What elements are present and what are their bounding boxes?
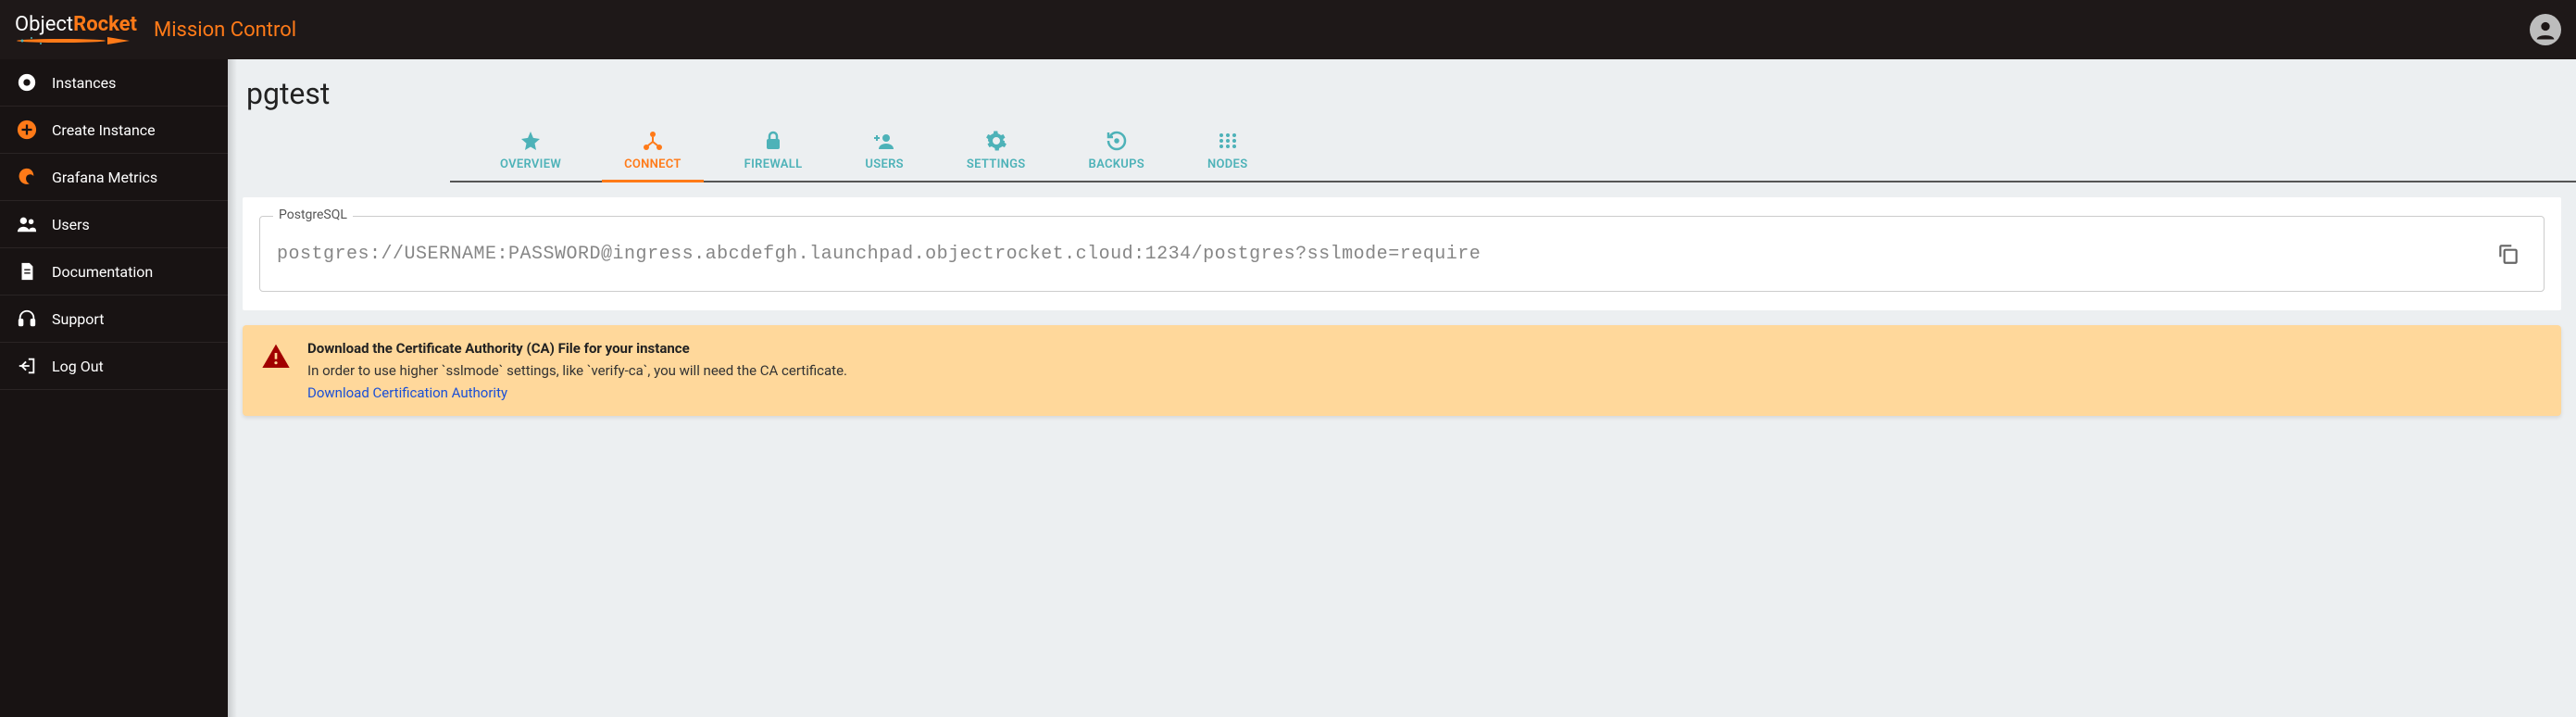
tab-firewall[interactable]: FIREWALL [713, 122, 834, 181]
page-title: pgtest [228, 59, 2576, 122]
sidebar-item-label: Instances [52, 74, 116, 92]
star-icon [519, 130, 542, 152]
brand-title: Mission Control [154, 19, 296, 42]
instances-icon [17, 72, 37, 93]
copy-icon [2496, 242, 2520, 266]
alert-title: Download the Certificate Authority (CA) … [307, 340, 847, 357]
connect-icon [642, 130, 664, 152]
tab-label: NODES [1207, 157, 1247, 171]
shadow-overlay [228, 59, 237, 717]
warning-icon [261, 342, 291, 371]
topbar: ObjectRocket Mission Control [0, 0, 2576, 59]
connection-fieldset: PostgreSQL postgres://USERNAME:PASSWORD@… [259, 216, 2545, 292]
tab-label: FIREWALL [744, 157, 803, 171]
document-icon [17, 261, 37, 282]
alert-text: In order to use higher `sslmode` setting… [307, 362, 847, 379]
grafana-icon [17, 167, 37, 187]
sidebar-item-label: Support [52, 310, 104, 328]
alert-body: Download the Certificate Authority (CA) … [307, 340, 847, 401]
user-icon [2532, 17, 2558, 43]
connection-string: postgres://USERNAME:PASSWORD@ingress.abc… [277, 244, 1481, 265]
lock-icon [762, 130, 784, 152]
copy-button[interactable] [2490, 235, 2527, 272]
connect-panel: PostgreSQL postgres://USERNAME:PASSWORD@… [243, 197, 2561, 310]
tabs: OVERVIEW CONNECT FIREWALL USERS [450, 122, 2576, 182]
plus-circle-icon [17, 120, 37, 140]
users-icon [17, 214, 37, 234]
tab-label: CONNECT [624, 157, 682, 171]
tab-label: OVERVIEW [500, 157, 561, 171]
sidebar: Instances Create Instance Grafana Metric… [0, 59, 228, 717]
nodes-icon [1217, 130, 1239, 152]
tab-backups[interactable]: BACKUPS [1057, 122, 1176, 181]
tab-connect[interactable]: CONNECT [593, 122, 713, 181]
sidebar-item-log-out[interactable]: Log Out [0, 343, 228, 390]
gear-icon [985, 130, 1007, 152]
topbar-left: ObjectRocket Mission Control [15, 13, 296, 47]
sidebar-item-support[interactable]: Support [0, 296, 228, 343]
headset-icon [17, 308, 37, 329]
tab-label: SETTINGS [967, 157, 1026, 171]
sidebar-item-label: Create Instance [52, 121, 156, 139]
sidebar-item-label: Documentation [52, 263, 153, 281]
tab-overview[interactable]: OVERVIEW [469, 122, 593, 181]
sidebar-item-create-instance[interactable]: Create Instance [0, 107, 228, 154]
tab-nodes[interactable]: NODES [1176, 122, 1279, 181]
logout-icon [17, 356, 37, 376]
download-ca-link[interactable]: Download Certification Authority [307, 384, 847, 401]
tab-label: BACKUPS [1089, 157, 1144, 171]
logo-rocket-icon [15, 34, 133, 47]
sidebar-item-label: Log Out [52, 358, 104, 375]
logo-text: ObjectRocket [15, 13, 137, 36]
tab-label: USERS [865, 157, 904, 171]
sidebar-item-documentation[interactable]: Documentation [0, 248, 228, 296]
tab-users[interactable]: USERS [833, 122, 935, 181]
main-content: pgtest OVERVIEW CONNECT FIREWALL [228, 59, 2576, 717]
connection-legend: PostgreSQL [273, 208, 353, 222]
user-plus-icon [873, 130, 895, 152]
user-avatar-button[interactable] [2530, 14, 2561, 45]
restore-icon [1106, 130, 1128, 152]
sidebar-item-label: Grafana Metrics [52, 169, 157, 186]
ca-alert: Download the Certificate Authority (CA) … [243, 325, 2561, 416]
sidebar-item-instances[interactable]: Instances [0, 59, 228, 107]
tab-settings[interactable]: SETTINGS [935, 122, 1057, 181]
sidebar-item-users[interactable]: Users [0, 201, 228, 248]
logo[interactable]: ObjectRocket [15, 13, 137, 47]
sidebar-item-label: Users [52, 216, 90, 233]
sidebar-item-grafana-metrics[interactable]: Grafana Metrics [0, 154, 228, 201]
